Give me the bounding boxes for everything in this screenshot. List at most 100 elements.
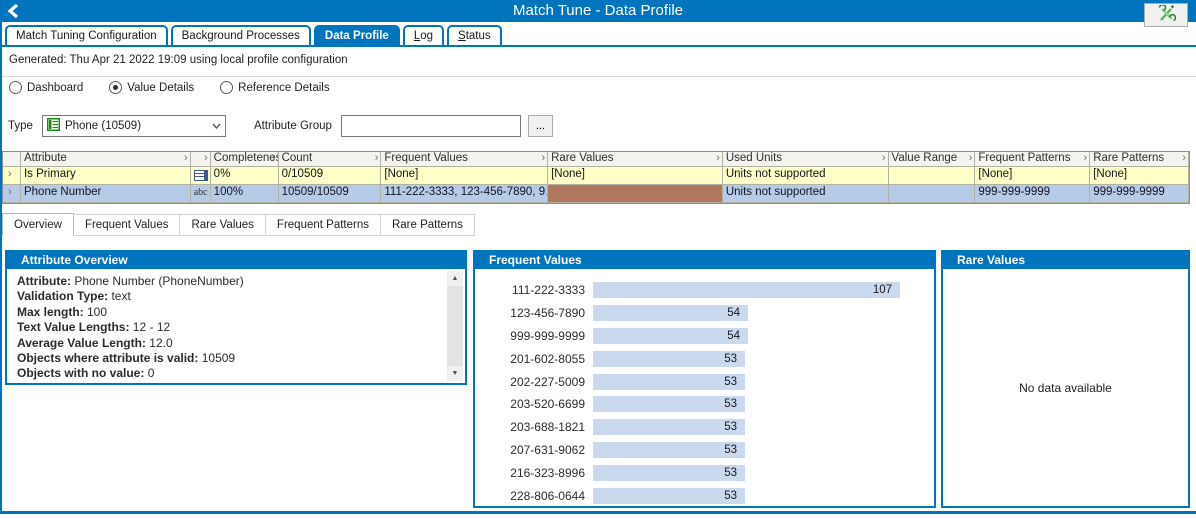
overview-field-value: 10509 — [198, 351, 235, 365]
tab-status[interactable]: Status — [447, 25, 502, 45]
cell-frequent-patterns[interactable]: 999-999-9999 — [975, 185, 1090, 203]
cell-used-units[interactable]: Units not supported — [723, 167, 889, 185]
tab-data-profile[interactable]: Data Profile — [314, 25, 400, 45]
cell-icon[interactable] — [191, 167, 211, 185]
column-header-frequent-patterns[interactable]: Frequent Patterns› — [975, 152, 1090, 167]
cell-completeness[interactable]: 100% — [211, 185, 279, 203]
overview-field-value: 12 - 12 — [129, 320, 170, 334]
detail-tab-rare-patterns[interactable]: Rare Patterns — [380, 214, 475, 236]
column-header-used-units[interactable]: Used Units› — [723, 152, 889, 167]
cell-attribute[interactable]: Is Primary — [21, 167, 191, 185]
radio-reference-details[interactable]: Reference Details — [220, 81, 329, 94]
row-selector-icon[interactable]: › — [6, 186, 12, 198]
frequent-values-panel: Frequent Values 111-222-3333107123-456-7… — [473, 250, 936, 508]
detail-tab-frequent-patterns[interactable]: Frequent Patterns — [265, 214, 381, 236]
column-header-rare-patterns[interactable]: Rare Patterns› — [1090, 152, 1189, 167]
lookup-table-icon — [194, 172, 208, 184]
radio-label: Value Details — [127, 82, 194, 94]
sort-arrow-icon[interactable]: › — [716, 152, 720, 164]
profile-settings-button[interactable] — [1144, 3, 1188, 27]
cell-value-range[interactable] — [889, 185, 976, 203]
table-row-is-primary[interactable]: ›Is Primary0%0/10509[None][None]Units no… — [3, 167, 1189, 185]
bar-row: 201-602-8055 53 — [483, 347, 930, 370]
column-header-rare-values[interactable]: Rare Values› — [548, 152, 723, 167]
detail-tab-frequent-values[interactable]: Frequent Values — [73, 214, 181, 236]
cell-rare-values[interactable] — [548, 185, 723, 203]
tools-icon — [1157, 5, 1176, 26]
sort-arrow-icon[interactable]: › — [882, 152, 886, 164]
overview-scrollbar[interactable]: ▲ ▼ — [447, 271, 463, 381]
cell-icon[interactable]: abc — [191, 185, 211, 203]
cell-rare-patterns[interactable]: [None] — [1090, 167, 1189, 185]
cell-completeness[interactable]: 0% — [211, 167, 279, 185]
cell-frequent-patterns[interactable]: [None] — [975, 167, 1090, 185]
sort-arrow-icon[interactable]: › — [969, 152, 973, 164]
radio-dot-icon[interactable] — [220, 81, 233, 94]
window-left-border — [0, 22, 2, 514]
type-label: Type — [8, 120, 33, 132]
overview-field-value: 12.0 — [146, 336, 173, 350]
tab-background-processes[interactable]: Background Processes — [171, 25, 311, 45]
tab-match-tuning-configuration[interactable]: Match Tuning Configuration — [5, 25, 168, 45]
table-row-phone-number[interactable]: › Phone Numberabc100%10509/10509111-222-3… — [3, 185, 1189, 203]
window-bottom-border — [0, 511, 1196, 514]
overview-field: Objects with no value: 0 — [17, 366, 439, 381]
cell-value-range[interactable] — [889, 167, 976, 185]
sort-arrow-icon[interactable]: › — [184, 152, 188, 164]
detail-tab-overview[interactable]: Overview — [2, 213, 74, 236]
sort-arrow-icon[interactable]: › — [204, 152, 208, 164]
type-dropdown[interactable]: Phone (10509) — [42, 115, 226, 137]
attribute-group-input[interactable] — [341, 115, 521, 137]
rare-values-panel: Rare Values No data available — [941, 250, 1190, 508]
table-header-row: Attribute››Completeness›Count›Frequent V… — [3, 152, 1189, 167]
sort-arrow-icon[interactable]: › — [541, 152, 545, 164]
rare-values-header: Rare Values — [943, 252, 1188, 269]
bar: 53 — [593, 465, 745, 481]
detail-tab-rare-values[interactable]: Rare Values — [179, 214, 265, 236]
overview-field: Text Value Lengths: 12 - 12 — [17, 320, 439, 335]
type-list-icon — [47, 118, 60, 134]
column-header-count[interactable]: Count› — [279, 152, 382, 167]
cell-attribute[interactable]: Phone Number — [21, 185, 191, 203]
cell-selector[interactable]: › — [3, 167, 21, 185]
sort-arrow-icon[interactable]: › — [272, 152, 276, 164]
cell-frequent-values[interactable]: [None] — [381, 167, 548, 185]
radio-dot-icon[interactable] — [109, 81, 122, 94]
sort-arrow-icon[interactable]: › — [1182, 152, 1186, 164]
column-header-value-range[interactable]: Value Range› — [889, 152, 976, 167]
abc-text-icon: abc — [194, 187, 208, 198]
bar-value-label: 54 — [727, 307, 740, 319]
column-header-attribute[interactable]: Attribute› — [21, 152, 191, 167]
column-header-icon[interactable]: › — [191, 152, 211, 167]
cell-rare-patterns[interactable]: 999-999-9999 — [1090, 185, 1189, 203]
radio-dashboard[interactable]: Dashboard — [9, 81, 83, 94]
bar-value-label: 53 — [724, 353, 737, 365]
column-header-completeness[interactable]: Completeness› — [211, 152, 279, 167]
sort-arrow-icon[interactable]: › — [1084, 152, 1088, 164]
column-header-frequent-values[interactable]: Frequent Values› — [381, 152, 548, 167]
sort-arrow-icon[interactable]: › — [375, 152, 379, 164]
bar-row: 228-806-064453 — [483, 484, 930, 507]
scroll-up-icon[interactable]: ▲ — [447, 271, 463, 286]
browse-button[interactable]: ... — [528, 115, 553, 137]
frequent-values-header: Frequent Values — [475, 252, 934, 269]
radio-dot-icon[interactable] — [9, 81, 22, 94]
cell-rare-values[interactable]: [None] — [548, 167, 723, 185]
overview-field-label: Average Value Length: — [17, 336, 146, 350]
radio-value-details[interactable]: Value Details — [109, 81, 194, 94]
no-data-text: No data available — [1019, 381, 1112, 395]
main-tab-strip: Match Tuning ConfigurationBackground Pro… — [0, 22, 1196, 47]
cell-count[interactable]: 0/10509 — [279, 167, 382, 185]
cell-count[interactable]: 10509/10509 — [279, 185, 382, 203]
bar-value-label: 107 — [873, 284, 892, 296]
row-selector-icon[interactable]: › — [6, 168, 12, 180]
bar-category-label: 201-602-8055 — [483, 352, 593, 366]
cell-used-units[interactable]: Units not supported — [723, 185, 889, 203]
cell-selector[interactable]: › — [3, 185, 21, 203]
scroll-down-icon[interactable]: ▼ — [447, 366, 463, 381]
tab-log[interactable]: Log — [403, 25, 444, 45]
overview-field-label: Objects where attribute is valid: — [17, 351, 198, 365]
bar: 53 — [593, 351, 745, 367]
overview-field-value: Phone Number (PhoneNumber) — [71, 274, 244, 288]
cell-frequent-values[interactable]: 111-222-3333, 123-456-7890, 9… — [381, 185, 548, 203]
